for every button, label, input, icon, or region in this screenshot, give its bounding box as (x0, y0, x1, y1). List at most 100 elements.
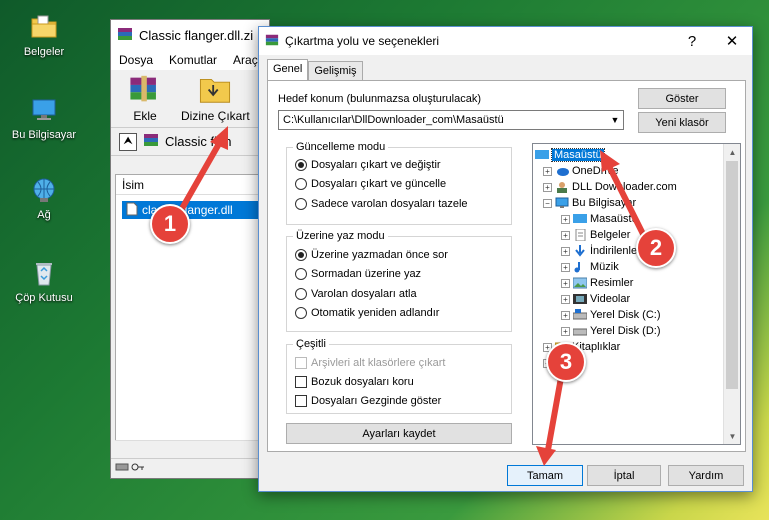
desktop-icon-network[interactable]: Ağ (8, 175, 80, 221)
desktop-icon-label: Çöp Kutusu (15, 292, 73, 304)
desktop-icon-recycle-bin[interactable]: Çöp Kutusu (8, 258, 80, 304)
tree-expander[interactable]: + (561, 230, 570, 240)
add-button[interactable]: Ekle (125, 74, 165, 123)
tree-item-pc-desktop[interactable]: + Masaüstü (561, 211, 638, 227)
option-label: Varolan dosyaları atla (311, 288, 417, 300)
tab-advanced[interactable]: Gelişmiş (308, 61, 363, 80)
chevron-up-icon[interactable]: ▲ (724, 144, 740, 160)
misc-option-subfolders: Arşivleri alt klasörlere çıkart (295, 357, 445, 369)
tree-item-label: Yerel Disk (D:) (590, 325, 661, 337)
ok-button[interactable]: Tamam (507, 465, 583, 486)
user-icon (555, 181, 569, 193)
up-folder-button[interactable]: ⮝ (119, 132, 137, 151)
checkbox[interactable] (295, 395, 307, 407)
file-list[interactable]: İsim classic flanger.dll (115, 174, 267, 454)
tree-expander[interactable]: − (543, 198, 552, 208)
tree-item-label: Resimler (590, 277, 634, 289)
update-option-extract-replace[interactable]: Dosyaları çıkart ve değiştir (295, 159, 441, 171)
radio-button[interactable] (295, 307, 307, 319)
radio-button[interactable] (295, 288, 307, 300)
extract-to-label: Dizine Çıkart (181, 109, 250, 123)
help-button[interactable]: Yardım (668, 465, 744, 486)
tree-expander[interactable]: + (561, 326, 570, 336)
save-settings-button[interactable]: Ayarları kaydet (286, 423, 512, 444)
desktop-icon-this-pc[interactable]: Bu Bilgisayar (8, 95, 80, 141)
tree-item-music[interactable]: + Müzik (561, 259, 619, 275)
tree-item-label: Videolar (590, 293, 631, 305)
archive-icon (143, 132, 159, 151)
tree-item-onedrive[interactable]: + OneDrive (543, 163, 618, 179)
close-button[interactable]: ✕ (712, 27, 752, 55)
tree-expander[interactable]: + (543, 166, 552, 176)
add-label: Ekle (133, 109, 157, 123)
target-path-combo[interactable]: C:\Kullanıcılar\DllDownloader_com\Masaüs… (278, 110, 624, 130)
key-status-icon (131, 462, 145, 475)
radio-button[interactable] (295, 268, 307, 280)
radio-button[interactable] (295, 249, 307, 261)
update-option-freshen[interactable]: Sadece varolan dosyaları tazele (295, 198, 468, 210)
overwrite-option-without-prompt[interactable]: Sormadan üzerine yaz (295, 268, 421, 280)
extract-to-button[interactable]: Dizine Çıkart (181, 74, 250, 123)
tree-item-this-pc[interactable]: − Bu Bilgisayar (543, 195, 636, 211)
radio-button[interactable] (295, 198, 307, 210)
tree-expander[interactable]: + (561, 278, 570, 288)
menu-komutlar[interactable]: Komutlar (169, 53, 217, 67)
tree-item-desktop[interactable]: Masaüstü (535, 147, 605, 163)
cancel-button[interactable]: İptal (587, 465, 661, 486)
option-label: Üzerine yazmadan önce sor (311, 249, 448, 261)
overwrite-option-skip[interactable]: Varolan dosyaları atla (295, 288, 417, 300)
scrollbar-thumb[interactable] (726, 161, 738, 389)
option-label: Otomatik yeniden adlandır (311, 307, 440, 319)
tree-expander[interactable]: + (561, 310, 570, 320)
overwrite-option-rename[interactable]: Otomatik yeniden adlandır (295, 307, 439, 319)
update-option-extract-update[interactable]: Dosyaları çıkart ve güncelle (295, 178, 446, 190)
new-folder-button[interactable]: Yeni klasör (638, 112, 726, 133)
tree-expander[interactable]: + (561, 294, 570, 304)
column-header-name[interactable]: İsim (116, 175, 266, 195)
documents-icon (573, 228, 587, 242)
dialog-tabs: Genel Gelişmiş (267, 59, 363, 80)
dialog-titlebar[interactable]: Çıkartma yolu ve seçenekleri ? ✕ (259, 27, 752, 55)
radio-button[interactable] (295, 178, 307, 190)
tree-item-videos[interactable]: + Videolar (561, 291, 630, 307)
tree-item-documents[interactable]: + Belgeler (561, 227, 630, 243)
step-marker-2: 2 (636, 228, 676, 268)
misc-option-show-in-explorer[interactable]: Dosyaları Gezginde göster (295, 395, 441, 407)
checkbox[interactable] (295, 376, 307, 388)
tree-expander[interactable]: + (561, 262, 570, 272)
tree-expander[interactable]: + (561, 246, 570, 256)
current-path: Classic flan (165, 134, 232, 149)
desktop-icon-label: Bu Bilgisayar (11, 129, 77, 141)
tree-expander[interactable]: + (543, 182, 552, 192)
music-icon (573, 261, 587, 273)
tree-item-downloads[interactable]: + İndirilenler (561, 243, 641, 259)
desktop-icon-documents[interactable]: Belgeler (8, 12, 80, 58)
tree-item-pictures[interactable]: + Resimler (561, 275, 633, 291)
tree-item-disk-d[interactable]: + Yerel Disk (D:) (561, 323, 661, 339)
target-label: Hedef konum (bulunmazsa oluşturulacak) (278, 93, 481, 105)
extraction-dialog[interactable]: Çıkartma yolu ve seçenekleri ? ✕ Genel G… (258, 26, 753, 492)
tree-expander[interactable]: + (561, 214, 570, 224)
tab-general[interactable]: Genel (267, 59, 309, 80)
tree-item-user[interactable]: + DLL Downloader.com (543, 179, 677, 195)
menu-dosya[interactable]: Dosya (119, 53, 153, 67)
radio-button[interactable] (295, 159, 307, 171)
tree-item-disk-c[interactable]: + Yerel Disk (C:) (561, 307, 661, 323)
help-title-button[interactable]: ? (672, 27, 712, 55)
file-row[interactable]: classic flanger.dll (122, 201, 260, 219)
dialog-title: Çıkartma yolu ve seçenekleri (285, 34, 440, 48)
file-icon (126, 202, 138, 219)
show-button[interactable]: Göster (638, 88, 726, 109)
tree-item-label: Bu Bilgisayar (572, 197, 637, 209)
chevron-down-icon[interactable]: ▼ (724, 428, 740, 444)
misc-option-keep-broken[interactable]: Bozuk dosyaları koru (295, 376, 414, 388)
file-list-scrollbar[interactable] (115, 440, 267, 454)
folder-tree[interactable]: Masaüstü + OneDrive + DLL Downloader.com… (532, 143, 741, 445)
chevron-down-icon[interactable]: ▼ (607, 115, 623, 125)
winrar-titlebar[interactable]: Classic flanger.dll.zi (111, 20, 269, 50)
tree-item-label: Masaüstü (590, 213, 638, 225)
tree-scrollbar[interactable]: ▲ ▼ (723, 144, 740, 444)
drive-icon (572, 325, 588, 337)
overwrite-option-ask[interactable]: Üzerine yazmadan önce sor (295, 249, 448, 261)
winrar-window[interactable]: Classic flanger.dll.zi Dosya Komutlar Ar… (110, 19, 270, 479)
